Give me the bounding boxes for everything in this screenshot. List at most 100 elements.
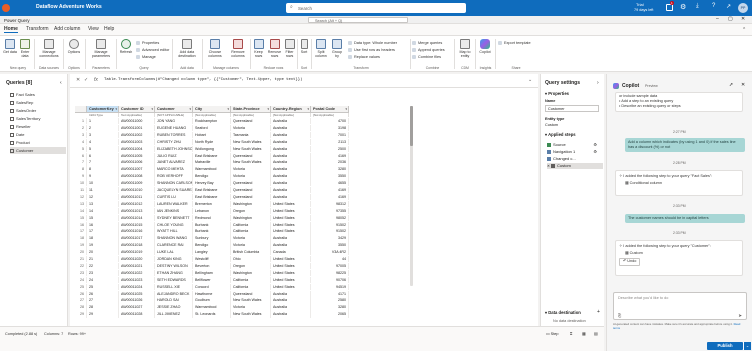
cell-customerkey[interactable]: 18 <box>87 235 119 242</box>
cell-country-region[interactable]: Australia <box>271 173 311 180</box>
cell-country-region[interactable]: Australia <box>271 304 311 311</box>
choose-columns-button[interactable]: Choose columns <box>204 39 226 58</box>
map-to-entity-button[interactable]: Map to entity <box>456 39 474 58</box>
cell-state-province[interactable]: New South Wales <box>231 138 271 146</box>
cell-customer[interactable]: LAUREN WALKER <box>155 200 193 208</box>
column-header-customerkey[interactable]: CustomerKey ▾ <box>87 106 119 113</box>
cell-customer-id[interactable]: AW00011002 <box>119 131 155 139</box>
cell-postal-code[interactable]: 4700 <box>311 118 349 125</box>
cell-customerkey[interactable]: 13 <box>87 200 119 208</box>
query-item-date[interactable]: Date <box>10 131 66 138</box>
cell-city[interactable]: Bellingham <box>193 269 231 277</box>
step-custom[interactable]: ✕ Custom <box>547 163 603 169</box>
table-row[interactable]: 7 7 AW00011006 JANET ALVAREZ Matraville New S… <box>75 159 410 166</box>
cell-customer[interactable]: JILL JIMENEZ <box>155 311 193 318</box>
cell-state-province[interactable]: Queensland <box>231 193 271 201</box>
cell-customer-id[interactable]: AW00011026 <box>119 297 155 304</box>
table-row[interactable]: 9 9 AW00011008 ROB VERHOFF Bendigo Victoria Au… <box>75 173 410 180</box>
cell-city[interactable]: Beverton <box>193 262 231 270</box>
cell-customer[interactable]: DESTINY WILSON <box>155 262 193 270</box>
name-input[interactable]: Customer <box>545 105 599 112</box>
table-row[interactable]: 25 25 AW00011024 RUSSELL XIE Concord Californ… <box>75 283 410 290</box>
table-row[interactable]: 29 29 AW00011028 JILL JIMENEZ St. Leonards Ne… <box>75 311 410 318</box>
table-row[interactable]: 10 10 AW00011009 SHANNON CARLSON Hervey Bay Q… <box>75 180 410 187</box>
cell-customerkey[interactable]: 11 <box>87 187 119 194</box>
cell-customer[interactable]: JORDAN KING <box>155 256 193 263</box>
cell-customer-id[interactable]: AW00011012 <box>119 200 155 208</box>
cell-city[interactable]: Bremerton <box>193 200 231 208</box>
cell-city[interactable]: Bendigo <box>193 173 231 180</box>
table-row[interactable]: 17 17 AW00011016 WYATT HILL Burbank Californi… <box>75 228 410 235</box>
split-column-button[interactable]: Split column <box>313 39 329 58</box>
query-item-salesrep[interactable]: SalesRep <box>10 99 66 106</box>
cell-country-region[interactable]: United States <box>271 276 311 284</box>
table-row[interactable]: 20 20 AW00011019 LUKE LAL Langley British Col… <box>75 249 410 256</box>
cell-state-province[interactable]: Washington <box>231 214 271 221</box>
table-row[interactable]: 19 19 AW00011018 CLARENCE RAI Bendigo Victori… <box>75 242 410 249</box>
cell-postal-code[interactable]: 2113 <box>311 138 349 146</box>
cell-country-region[interactable]: United States <box>271 269 311 277</box>
remove-rows-button[interactable]: Remove rows <box>267 39 282 58</box>
cell-customer-id[interactable]: AW00011015 <box>119 221 155 228</box>
cell-country-region[interactable]: Australia <box>271 166 311 173</box>
cell-city[interactable]: Wollongong <box>193 145 231 152</box>
cell-state-province[interactable]: Victoria <box>231 124 271 132</box>
data-destination-header[interactable]: ▾ Data destination <box>545 310 581 315</box>
chevron-down-icon[interactable]: ▾ <box>227 106 229 112</box>
refresh-button[interactable]: Refresh <box>118 39 134 54</box>
cell-state-province[interactable]: Oregon <box>231 207 271 215</box>
cell-postal-code[interactable]: V3A 4R2 <box>311 249 349 256</box>
tab-home[interactable]: Home <box>4 26 18 33</box>
cell-country-region[interactable]: Australia <box>271 297 311 304</box>
column-header-postal-code[interactable]: Postal Code ▾ <box>311 106 349 113</box>
cell-city[interactable]: Concord <box>193 283 231 290</box>
cell-customer[interactable]: LUKE LAL <box>155 249 193 256</box>
group-by-button[interactable]: Group by <box>330 39 344 58</box>
formula-text[interactable]: Table.TransformColumns(#"Changed column … <box>104 78 302 82</box>
cell-country-region[interactable]: United States <box>271 214 311 221</box>
cell-country-region[interactable]: Australia <box>271 187 311 194</box>
cell-customer-id[interactable]: AW00011004 <box>119 145 155 152</box>
merge-queries-button[interactable]: Merge queries <box>412 41 442 45</box>
chevron-down-icon[interactable]: ▾ <box>189 106 191 112</box>
cell-customerkey[interactable]: 9 <box>87 173 119 180</box>
publish-dropdown-icon[interactable]: ⌄ <box>743 342 751 350</box>
cell-customer[interactable]: WYATT HILL <box>155 228 193 235</box>
cell-customer-id[interactable]: AW00011006 <box>119 159 155 166</box>
cell-customer-id[interactable]: AW00011024 <box>119 283 155 290</box>
cell-customerkey[interactable]: 22 <box>87 262 119 270</box>
cell-state-province[interactable]: New South Wales <box>231 159 271 166</box>
applied-steps-header[interactable]: ▾ Applied steps <box>545 132 576 137</box>
cell-postal-code[interactable]: 4171 <box>311 290 349 297</box>
cell-customerkey[interactable]: 2 <box>87 124 119 132</box>
cell-customer[interactable]: JESSIE ZHAO <box>155 304 193 311</box>
pin-icon[interactable]: ➚ <box>729 82 733 88</box>
export-template-button[interactable]: Export template <box>498 41 531 45</box>
cell-postal-code[interactable]: 4169 <box>311 193 349 201</box>
cell-city[interactable]: East Brisbane <box>193 187 231 194</box>
query-item-customer[interactable]: Customer <box>10 147 66 154</box>
cell-customer-id[interactable]: AW00011011 <box>119 193 155 201</box>
advanced-editor-button[interactable]: Advanced editor <box>136 48 169 52</box>
share-icon[interactable]: ↗ <box>726 3 731 10</box>
cell-customerkey[interactable]: 26 <box>87 290 119 297</box>
gear-icon[interactable]: ⚙ <box>593 149 597 155</box>
download-icon[interactable]: ⤓ <box>696 3 699 10</box>
cell-country-region[interactable]: United States <box>271 207 311 215</box>
cell-city[interactable]: North Ryde <box>193 138 231 146</box>
table-row[interactable]: 14 14 AW00011013 IAN JENKINS Lebanon Oregon Un… <box>75 207 410 215</box>
tab-transform[interactable]: Transform <box>26 26 49 32</box>
remove-columns-button[interactable]: Remove columns <box>227 39 249 58</box>
cell-customer-id[interactable]: AW00011017 <box>119 235 155 242</box>
cell-country-region[interactable]: Australia <box>271 311 311 318</box>
append-queries-button[interactable]: Append queries <box>412 48 445 52</box>
app-launcher-icon[interactable] <box>2 4 10 12</box>
chevron-down-icon[interactable]: ▾ <box>267 106 269 112</box>
cell-customer-id[interactable]: AW00011000 <box>119 118 155 125</box>
cell-customerkey[interactable]: 10 <box>87 180 119 187</box>
filter-rows-button[interactable]: Filter rows <box>283 39 296 58</box>
column-header-city[interactable]: City ▾ <box>193 106 231 113</box>
expand-formula-icon[interactable]: ⌄ <box>528 77 532 83</box>
notification-icon[interactable] <box>666 4 673 11</box>
collapse-settings-icon[interactable]: › <box>597 80 599 86</box>
